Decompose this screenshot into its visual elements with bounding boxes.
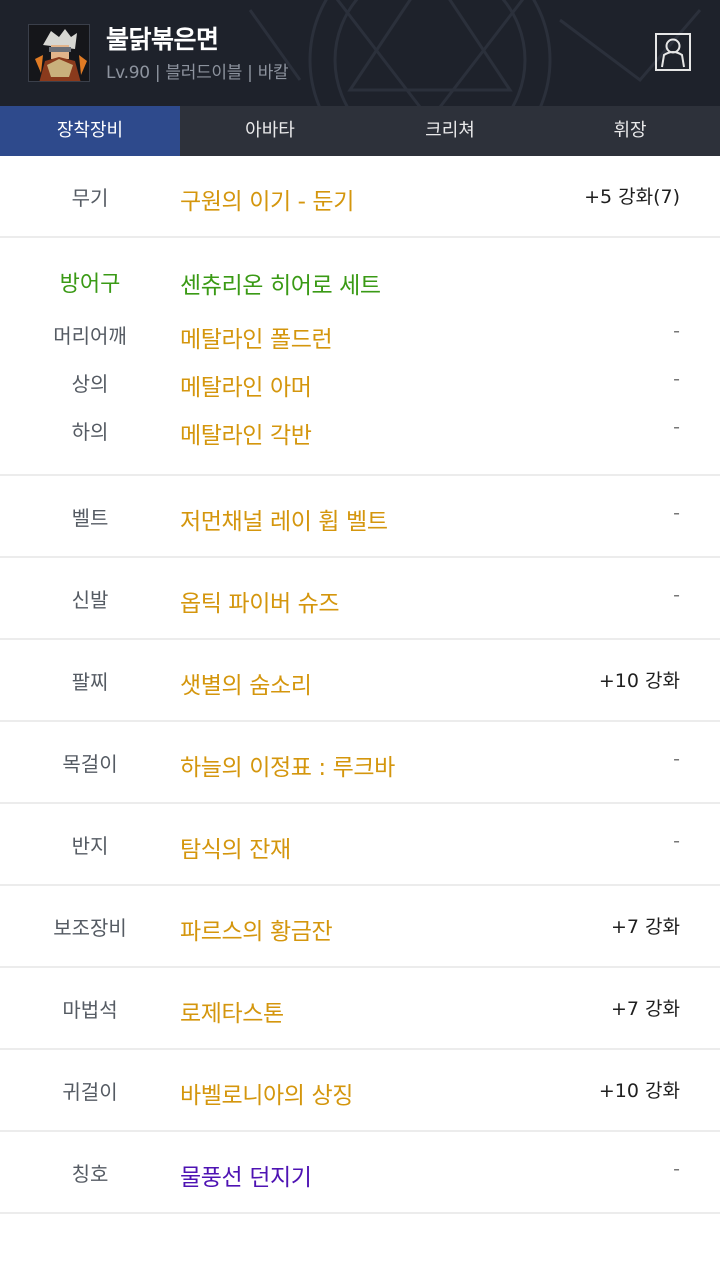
enhance-value: +5 강화(7) (584, 186, 680, 208)
item-name: 메탈라인 폴드런 (180, 327, 333, 353)
slot-label: 신발 (71, 588, 109, 612)
slot-label: 귀걸이 (62, 1080, 118, 1104)
slot-label: 무기 (71, 186, 109, 210)
item-name: 바벨로니아의 상징 (180, 1083, 353, 1109)
enhance-value: - (673, 1158, 680, 1180)
tab-creature[interactable]: 크리쳐 (360, 106, 540, 156)
equipment-row-belt[interactable]: 벨트 저먼채널 레이 휩 벨트 - (0, 476, 720, 558)
character-header: 불닭볶은면 Lv.90 | 블러드이블 | 바칼 (0, 0, 720, 106)
equipment-list: 무기 구원의 이기 - 둔기 +5 강화(7) 방어구 센츄리온 히어로 세트 … (0, 156, 720, 1214)
item-name: 탐식의 잔재 (180, 837, 291, 863)
slot-label: 팔찌 (71, 670, 109, 694)
character-info: Lv.90 | 블러드이블 | 바칼 (106, 63, 289, 83)
slot-label: 목걸이 (62, 752, 118, 776)
item-name: 메탈라인 각반 (180, 423, 312, 449)
enhance-value: - (673, 416, 680, 438)
equipment-row-armor[interactable]: 방어구 센츄리온 히어로 세트 머리어깨 메탈라인 폴드런 - 상의 메탈라인 … (0, 238, 720, 476)
slot-label: 머리어깨 (53, 324, 127, 348)
tab-emblem[interactable]: 휘장 (540, 106, 720, 156)
item-name: 로제타스톤 (180, 1001, 284, 1027)
item-name: 샛별의 숨소리 (180, 673, 312, 699)
enhance-value: +10 강화 (598, 670, 680, 692)
enhance-value: +10 강화 (598, 1080, 680, 1102)
equipment-row-weapon[interactable]: 무기 구원의 이기 - 둔기 +5 강화(7) (0, 156, 720, 238)
profile-button[interactable] (655, 33, 691, 71)
equipment-row-necklace[interactable]: 목걸이 하늘의 이정표 : 루크바 - (0, 722, 720, 804)
slot-label: 마법석 (62, 998, 118, 1022)
equipment-tabs: 장착장비 아바타 크리쳐 휘장 (0, 106, 720, 156)
enhance-value: - (673, 502, 680, 524)
enhance-value: +7 강화 (610, 998, 680, 1020)
equipment-row-ring[interactable]: 반지 탐식의 잔재 - (0, 804, 720, 886)
enhance-value: - (673, 320, 680, 342)
equipment-row-earring[interactable]: 귀걸이 바벨로니아의 상징 +10 강화 (0, 1050, 720, 1132)
slot-label: 하의 (71, 420, 109, 444)
enhance-value: - (673, 584, 680, 606)
enhance-value: - (673, 368, 680, 390)
equipment-row-bracelet[interactable]: 팔찌 샛별의 숨소리 +10 강화 (0, 640, 720, 722)
item-name: 메탈라인 아머 (180, 375, 312, 401)
character-avatar[interactable] (28, 24, 90, 82)
equipment-row-magic-stone[interactable]: 마법석 로제타스톤 +7 강화 (0, 968, 720, 1050)
person-icon (661, 38, 685, 68)
slot-label: 보조장비 (53, 916, 127, 940)
tab-avatar[interactable]: 아바타 (180, 106, 360, 156)
item-name: 저먼채널 레이 휩 벨트 (180, 509, 388, 535)
enhance-value: - (673, 748, 680, 770)
character-portrait-icon (29, 25, 89, 81)
slot-label: 반지 (71, 834, 109, 858)
equipment-row-support[interactable]: 보조장비 파르스의 황금잔 +7 강화 (0, 886, 720, 968)
slot-label: 상의 (71, 372, 109, 396)
armor-set-name: 센츄리온 히어로 세트 (180, 273, 381, 299)
item-name: 옵틱 파이버 슈즈 (180, 591, 340, 617)
slot-label: 칭호 (71, 1162, 109, 1186)
equipment-row-title[interactable]: 칭호 물풍선 던지기 - (0, 1132, 720, 1214)
equipment-row-shoes[interactable]: 신발 옵틱 파이버 슈즈 - (0, 558, 720, 640)
character-name: 불닭볶은면 (106, 25, 219, 54)
enhance-value: +7 강화 (610, 916, 680, 938)
slot-label-armor: 방어구 (59, 272, 121, 297)
enhance-value: - (673, 830, 680, 852)
tab-equipment[interactable]: 장착장비 (0, 106, 180, 156)
item-name: 파르스의 황금잔 (180, 919, 333, 945)
slot-label: 벨트 (71, 506, 109, 530)
item-name: 하늘의 이정표 : 루크바 (180, 755, 395, 781)
item-name: 물풍선 던지기 (180, 1165, 312, 1191)
item-name: 구원의 이기 - 둔기 (180, 189, 354, 215)
